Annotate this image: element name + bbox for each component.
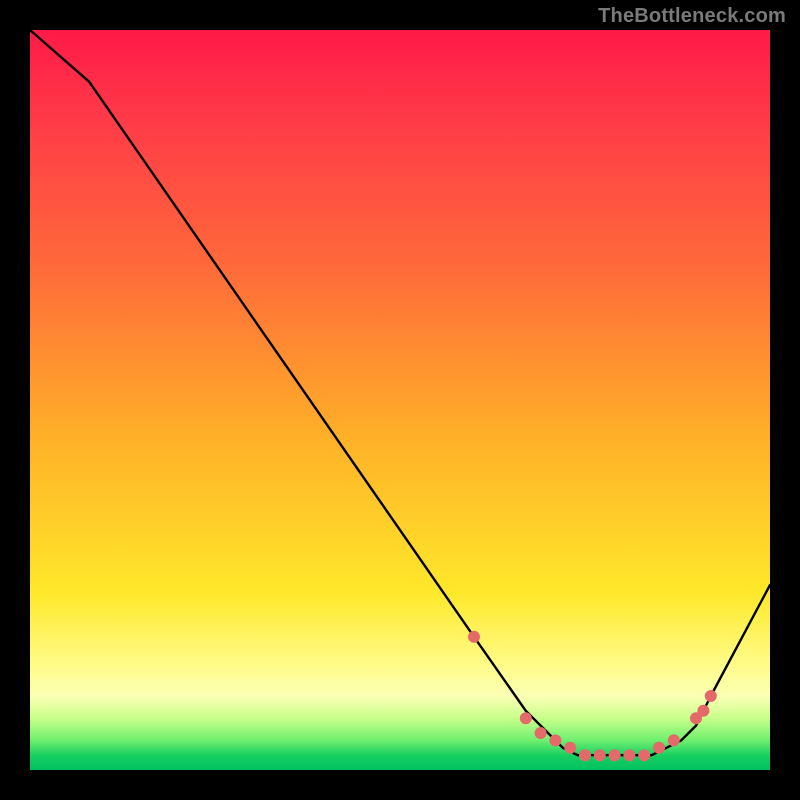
chart-stage: TheBottleneck.com xyxy=(0,0,800,800)
highlight-point xyxy=(520,712,532,724)
highlight-point xyxy=(697,705,709,717)
highlight-point xyxy=(594,749,606,761)
highlight-point xyxy=(564,742,576,754)
highlight-point xyxy=(623,749,635,761)
watermark-text: TheBottleneck.com xyxy=(598,6,786,26)
plot-area xyxy=(30,30,770,770)
highlight-point xyxy=(638,749,650,761)
highlight-point xyxy=(468,631,480,643)
highlight-point xyxy=(535,727,547,739)
bottleneck-curve-line xyxy=(30,30,770,755)
highlight-point xyxy=(668,734,680,746)
chart-svg xyxy=(30,30,770,770)
highlight-point xyxy=(705,690,717,702)
highlight-point xyxy=(579,749,591,761)
highlight-point xyxy=(653,742,665,754)
highlight-point xyxy=(609,749,621,761)
highlight-point xyxy=(549,734,561,746)
highlight-points xyxy=(468,631,717,761)
